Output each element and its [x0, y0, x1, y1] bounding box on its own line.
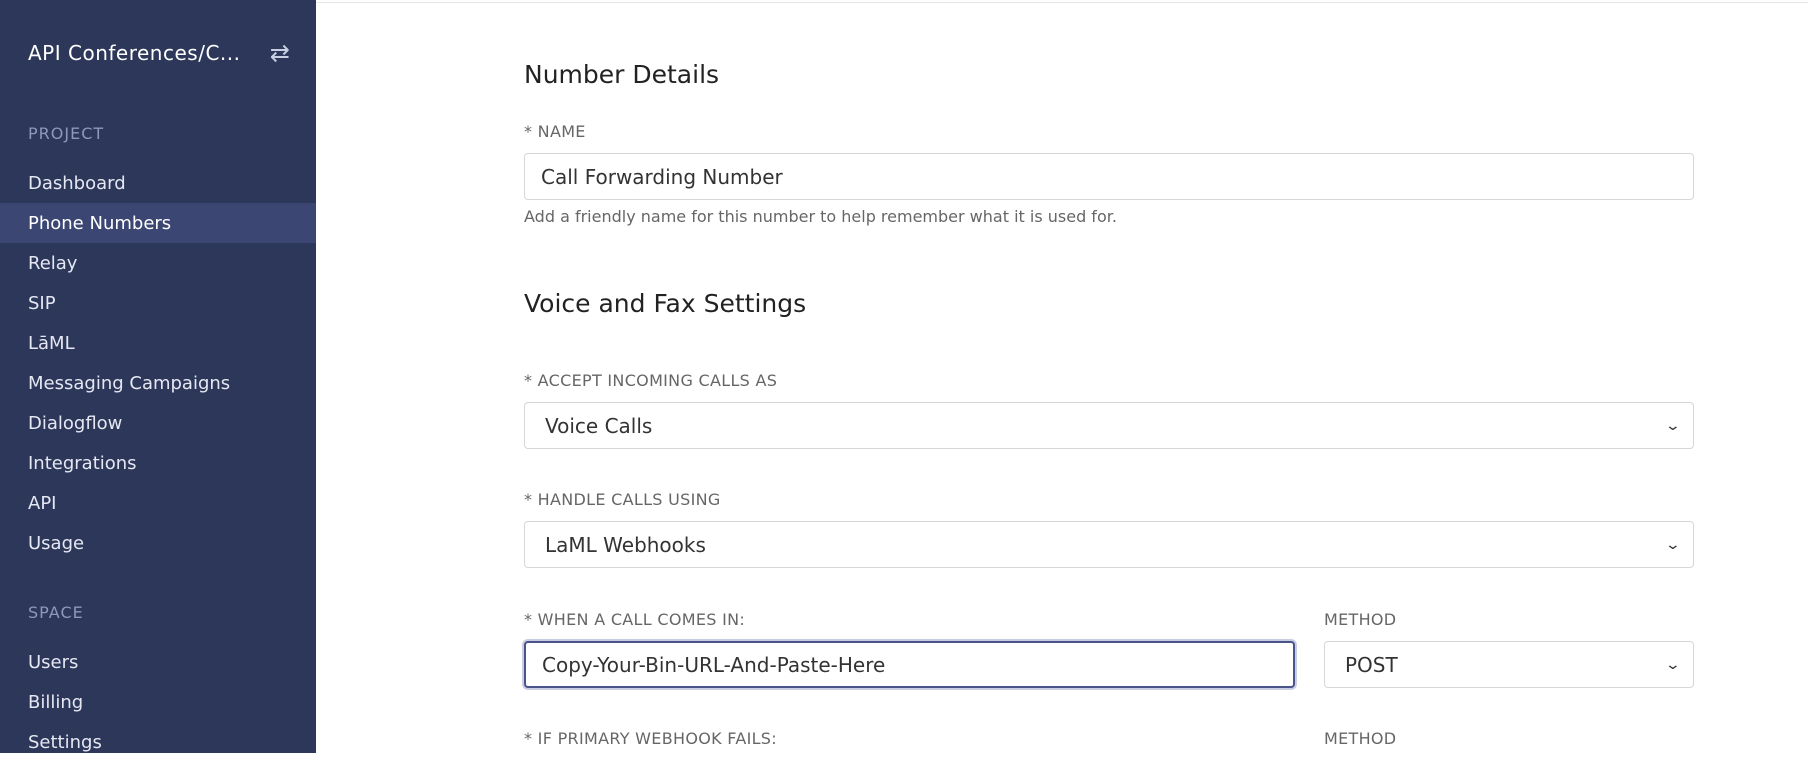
call-comes-in-label: * WHEN A CALL COMES IN: — [524, 610, 746, 629]
chevron-down-icon: ⌄ — [1664, 417, 1682, 434]
handle-calls-label: * HANDLE CALLS USING — [524, 490, 721, 509]
sidebar-item-billing[interactable]: Billing — [0, 682, 316, 722]
sidebar-item-api[interactable]: API — [0, 483, 316, 523]
sidebar-item-phone-numbers[interactable]: Phone Numbers — [0, 203, 316, 243]
method-value: POST — [1345, 652, 1398, 677]
section-label-space: SPACE — [28, 603, 84, 622]
space-nav: Users Billing Settings — [0, 642, 316, 762]
chevron-down-icon: ⌄ — [1664, 656, 1682, 673]
sidebar-item-integrations[interactable]: Integrations — [0, 443, 316, 483]
chevron-down-icon: ⌄ — [1664, 536, 1682, 553]
accept-calls-value: Voice Calls — [545, 413, 653, 438]
sidebar-item-users[interactable]: Users — [0, 642, 316, 682]
sidebar-item-dialogflow[interactable]: Dialogflow — [0, 403, 316, 443]
sidebar-item-laml[interactable]: LāML — [0, 323, 316, 363]
name-input[interactable]: Call Forwarding Number — [524, 153, 1694, 200]
top-divider — [316, 2, 1808, 3]
handle-calls-value: LaML Webhooks — [545, 532, 706, 557]
method-label: METHOD — [1324, 610, 1397, 629]
method-select[interactable]: POST ⌄ — [1324, 641, 1694, 688]
name-help-text: Add a friendly name for this number to h… — [524, 207, 1117, 226]
name-label: * NAME — [524, 122, 586, 141]
project-switcher[interactable]: API Conferences/C... ⇄ — [28, 38, 290, 68]
project-name: API Conferences/C... — [28, 41, 241, 65]
sidebar: API Conferences/C... ⇄ PROJECT Dashboard… — [0, 0, 316, 753]
sidebar-item-dashboard[interactable]: Dashboard — [0, 163, 316, 203]
arrows-swap-icon[interactable]: ⇄ — [270, 39, 290, 67]
section-label-project: PROJECT — [28, 124, 105, 143]
sidebar-item-messaging-campaigns[interactable]: Messaging Campaigns — [0, 363, 316, 403]
sidebar-item-sip[interactable]: SIP — [0, 283, 316, 323]
handle-calls-select[interactable]: LaML Webhooks ⌄ — [524, 521, 1694, 568]
primary-webhook-fails-label: * IF PRIMARY WEBHOOK FAILS: — [524, 729, 777, 748]
project-nav: Dashboard Phone Numbers Relay SIP LāML M… — [0, 163, 316, 563]
fallback-method-label: METHOD — [1324, 729, 1397, 748]
sidebar-item-relay[interactable]: Relay — [0, 243, 316, 283]
sidebar-item-settings[interactable]: Settings — [0, 722, 316, 762]
voice-fax-heading: Voice and Fax Settings — [524, 289, 807, 318]
call-comes-in-input[interactable]: Copy-Your-Bin-URL-And-Paste-Here — [524, 641, 1295, 688]
sidebar-item-usage[interactable]: Usage — [0, 523, 316, 563]
accept-calls-label: * ACCEPT INCOMING CALLS AS — [524, 371, 778, 390]
accept-calls-select[interactable]: Voice Calls ⌄ — [524, 402, 1694, 449]
number-details-heading: Number Details — [524, 60, 720, 89]
